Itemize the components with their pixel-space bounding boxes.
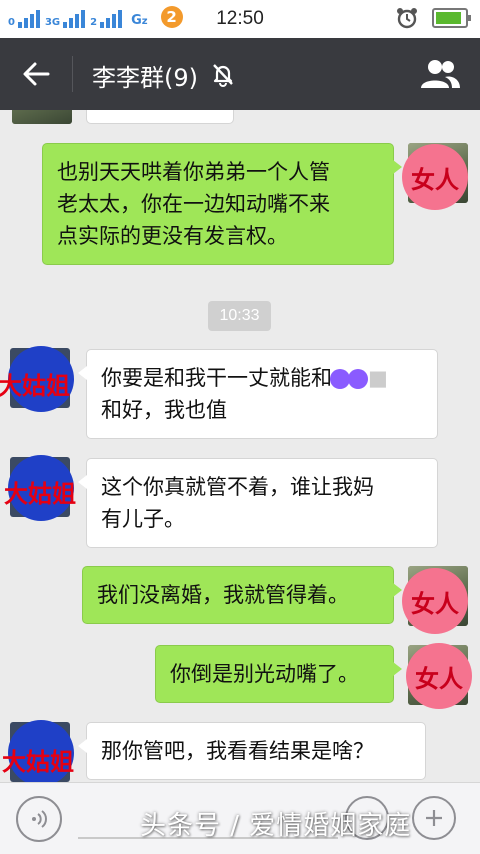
back-button[interactable] [16, 56, 56, 92]
woman-label-badge: 女人 [402, 568, 468, 634]
plus-icon [426, 810, 442, 826]
message-bubble[interactable]: 这个你真就管不着，谁让我妈 有儿子。 [78, 458, 438, 548]
message-line: 老太太，你在一边知动嘴不来 [57, 192, 330, 216]
sister-label-text: 大姑姐 [4, 480, 76, 508]
message-bubble[interactable]: 你倒是别光动嘴了。 [155, 645, 402, 703]
battery-level [436, 12, 462, 24]
message-line: 你倒是别光动嘴了。 [170, 662, 359, 686]
message-line: 你要是和我干一丈就能和 ■ [101, 366, 388, 390]
message-bubble[interactable]: 你要是和我干一丈就能和 ■ 和好，我也值 [78, 349, 438, 439]
group-info-button[interactable] [416, 54, 464, 94]
woman-label-badge: 女人 [402, 144, 468, 210]
message-bubble[interactable]: 我们没离婚，我就管得着。 [82, 566, 402, 624]
chat-messages[interactable]: 也别天天哄着你弟弟一个人管 老太太，你在一边知动嘴不来 点实际的更没有发言权。 … [0, 110, 480, 782]
message-bubble[interactable]: 那你管吧，我看看结果是啥？ [78, 722, 426, 780]
message-line: 那你管吧，我看看结果是啥？ [101, 739, 374, 763]
chat-title: 李李群(9) [92, 64, 198, 92]
group-members-icon [421, 60, 460, 88]
message-line: 我们没离婚，我就管得着。 [97, 583, 349, 607]
back-arrow-icon [23, 62, 50, 86]
message-line: 有儿子。 [101, 507, 185, 531]
status-icons-right [396, 7, 471, 29]
avatar[interactable] [12, 110, 72, 124]
status-bar: 0 3G 2 Gz 2 12:50 [0, 0, 480, 38]
message-line: 也别天天哄着你弟弟一个人管 [57, 160, 330, 184]
chat-header: 李李群(9) [0, 38, 480, 110]
redaction-mark [330, 369, 350, 389]
sister-label-text: 大姑姐 [2, 748, 74, 776]
message-line: 点实际的更没有发言权。 [57, 224, 288, 248]
more-button[interactable] [412, 796, 456, 840]
timestamp-divider: 10:33 [208, 301, 271, 331]
bell-muted-icon [213, 64, 233, 87]
watermark-text: 头条号 / 爱情婚姻家庭 [140, 811, 412, 841]
battery-icon [432, 8, 471, 28]
header-divider [72, 56, 73, 92]
message-line: 和好，我也值 [101, 398, 227, 422]
alarm-clock-icon [397, 8, 417, 29]
sister-label-text: 大姑姐 [0, 372, 70, 400]
message-bubble[interactable]: 也别天天哄着你弟弟一个人管 老太太，你在一边知动嘴不来 点实际的更没有发言权。 [42, 143, 402, 265]
woman-label-badge: 女人 [406, 643, 472, 709]
redaction-mark [348, 369, 368, 389]
voice-icon [32, 810, 47, 828]
message-line: 这个你真就管不着，谁让我妈 [101, 475, 374, 499]
message-bubble-partial[interactable] [86, 110, 234, 124]
voice-button[interactable] [16, 796, 62, 842]
